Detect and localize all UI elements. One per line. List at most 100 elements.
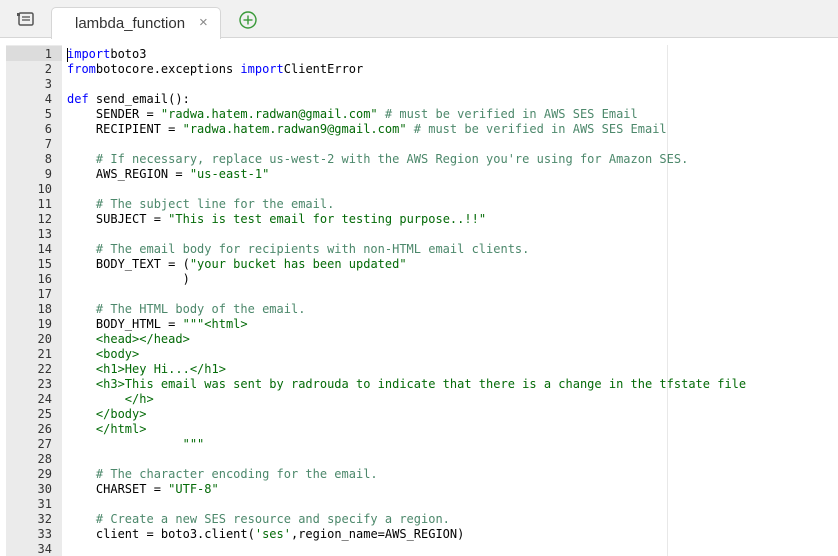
code-line[interactable]: 13 <box>6 227 838 242</box>
code-text: <h1>Hey Hi...</h1> <box>67 362 226 377</box>
code-line[interactable]: 11 # The subject line for the email. <box>6 197 838 212</box>
plus-circle-icon[interactable] <box>239 11 257 29</box>
code-text: AWS_REGION = "us-east-1" <box>67 167 269 182</box>
code-text: BODY_TEXT = ("your bucket has been updat… <box>67 257 407 272</box>
line-number: 33 <box>37 527 52 541</box>
code-line[interactable]: 34 <box>6 542 838 556</box>
line-number: 32 <box>37 512 52 526</box>
code-line[interactable]: 27 """ <box>6 437 838 452</box>
code-line[interactable]: 26 </html> <box>6 422 838 437</box>
code-line[interactable]: 20 <head></head> <box>6 332 838 347</box>
code-line[interactable]: 31 <box>6 497 838 512</box>
tab-label: lambda_function <box>75 15 186 32</box>
code-text: <body> <box>67 347 139 362</box>
code-line[interactable]: 6 RECIPIENT = "radwa.hatem.radwan9@gmail… <box>6 122 838 137</box>
code-line[interactable]: 16 ) <box>6 272 838 287</box>
code-line[interactable]: 28 <box>6 452 838 467</box>
code-line[interactable]: 33 client = boto3.client('ses',region_na… <box>6 527 838 542</box>
code-token: # The character encoding for the email. <box>67 467 378 481</box>
code-token: ,region_name=AWS_REGION) <box>290 527 465 541</box>
code-token: <h3>This email was sent by radrouda to i… <box>67 377 747 391</box>
code-line[interactable]: 19 BODY_HTML = """<html> <box>6 317 838 332</box>
code-line[interactable]: 22 <h1>Hey Hi...</h1> <box>6 362 838 377</box>
code-token: import <box>240 62 284 76</box>
text-cursor <box>67 48 68 62</box>
code-line[interactable]: 2 frombotocore.exceptions importClientErr… <box>6 62 838 77</box>
line-number: 34 <box>37 542 52 556</box>
code-token: SENDER = <box>67 107 161 121</box>
tab-bar: lambda_function × <box>0 0 838 39</box>
tab-lambda-function[interactable]: lambda_function × <box>51 7 221 39</box>
code-token: # The HTML body of the email. <box>67 302 306 316</box>
code-line[interactable]: 1 importboto3 <box>6 47 838 62</box>
code-token: ) <box>67 272 190 286</box>
line-number: 29 <box>37 467 52 481</box>
line-number: 2 <box>44 62 52 76</box>
line-number: 18 <box>37 302 52 316</box>
code-text: # If necessary, replace us-west-2 with t… <box>67 152 688 167</box>
line-number: 12 <box>37 212 52 226</box>
code-text: client = boto3.client('ses',region_name=… <box>67 527 464 542</box>
code-token: <head></head> <box>67 332 190 346</box>
code-token: </h> <box>67 392 154 406</box>
code-line[interactable]: 29 # The character encoding for the emai… <box>6 467 838 482</box>
code-token: import <box>67 47 111 61</box>
code-token: BODY_TEXT = ( <box>67 257 190 271</box>
code-text: SUBJECT = "This is test email for testin… <box>67 212 486 227</box>
code-line[interactable]: 15 BODY_TEXT = ("your bucket has been up… <box>6 257 838 272</box>
code-line[interactable]: 21 <body> <box>6 347 838 362</box>
code-line[interactable]: 3 <box>6 77 838 92</box>
code-token: BODY_HTML = <box>67 317 183 331</box>
code-line[interactable]: 18 # The HTML body of the email. <box>6 302 838 317</box>
code-line[interactable]: 4 def send_email(): <box>6 92 838 107</box>
code-token: send_email(): <box>88 92 190 106</box>
code-line[interactable]: 24 </h> <box>6 392 838 407</box>
line-number: 31 <box>37 497 52 511</box>
code-token: # The subject line for the email. <box>67 197 335 211</box>
line-number: 3 <box>44 77 52 91</box>
code-token: # If necessary, replace us-west-2 with t… <box>67 152 689 166</box>
line-number: 7 <box>44 137 52 151</box>
code-token: <h1>Hey Hi...</h1> <box>67 362 226 376</box>
code-token: <body> <box>67 347 140 361</box>
code-line[interactable]: 5 SENDER = "radwa.hatem.radwan@gmail.com… <box>6 107 838 122</box>
code-line[interactable]: 25 </body> <box>6 407 838 422</box>
code-text: frombotocore.exceptions importClientErro… <box>67 62 363 77</box>
code-text: # Create a new SES resource and specify … <box>67 512 450 527</box>
code-line[interactable]: 23 <h3>This email was sent by radrouda t… <box>6 377 838 392</box>
code-editor[interactable]: 1 importboto3 2 frombotocore.exceptions imp… <box>6 45 838 556</box>
line-number: 20 <box>37 332 52 346</box>
code-line[interactable]: 7 <box>6 137 838 152</box>
code-line[interactable]: 30 CHARSET = "UTF-8" <box>6 482 838 497</box>
code-token: # The email body for recipients with non… <box>67 242 530 256</box>
line-number: 4 <box>44 92 52 106</box>
code-token: </html> <box>67 422 147 436</box>
code-line[interactable]: 12 SUBJECT = "This is test email for tes… <box>6 212 838 227</box>
line-number: 30 <box>37 482 52 496</box>
code-token: """ <box>67 437 205 451</box>
code-line[interactable]: 9 AWS_REGION = "us-east-1" <box>6 167 838 182</box>
code-text: # The HTML body of the email. <box>67 302 306 317</box>
code-token: # must be verified in AWS SES Email <box>406 122 667 136</box>
line-number: 26 <box>37 422 52 436</box>
code-token: client = boto3.client( <box>67 527 255 541</box>
line-number: 13 <box>37 227 52 241</box>
code-line[interactable]: 14 # The email body for recipients with … <box>6 242 838 257</box>
code-token: "us-east-1" <box>189 167 270 181</box>
line-number: 21 <box>37 347 52 361</box>
code-line[interactable]: 32 # Create a new SES resource and speci… <box>6 512 838 527</box>
code-line[interactable]: 17 <box>6 287 838 302</box>
code-line[interactable]: 8 # If necessary, replace us-west-2 with… <box>6 152 838 167</box>
code-token: botocore.exceptions <box>95 62 241 76</box>
code-text: </html> <box>67 422 147 437</box>
line-number: 24 <box>37 392 52 406</box>
code-line[interactable]: 10 <box>6 182 838 197</box>
line-number: 23 <box>37 377 52 391</box>
code-token: boto3 <box>110 47 147 61</box>
line-number: 28 <box>37 452 52 466</box>
line-number: 10 <box>37 182 52 196</box>
list-icon[interactable] <box>14 9 38 29</box>
line-number: 1 <box>44 47 52 61</box>
close-icon[interactable]: × <box>199 14 208 31</box>
code-text: importboto3 <box>67 47 146 62</box>
